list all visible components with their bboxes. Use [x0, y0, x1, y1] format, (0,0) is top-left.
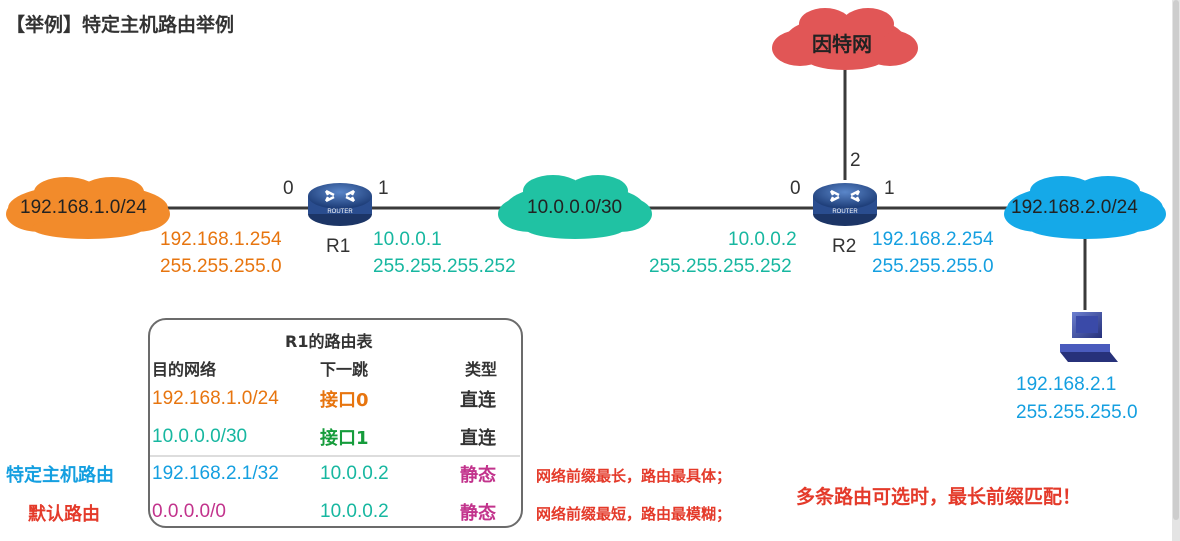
host-route-label: 特定主机路由 [6, 465, 114, 486]
r2-if0-ip: 10.0.0.2 [728, 229, 797, 250]
host-mask: 255.255.255.0 [1016, 402, 1138, 423]
row2-type: 直连 [460, 428, 496, 449]
routing-table-title: R1的路由表 [285, 332, 373, 351]
internet-label: 因特网 [812, 32, 872, 56]
r2-if1-ip: 192.168.2.254 [872, 229, 994, 250]
r1-port-1: 1 [378, 178, 389, 199]
default-route-label: 默认路由 [28, 504, 100, 525]
note-longest-match-rule: 多条路由可选时，最长前缀匹配！ [796, 486, 1082, 508]
svg-text:ROUTER: ROUTER [327, 209, 353, 215]
table-header-dest: 目的网络 [152, 360, 217, 379]
router-r1-icon: ROUTER [308, 183, 372, 226]
row4-dest: 0.0.0.0/0 [152, 501, 226, 522]
row1-dest: 192.168.1.0/24 [152, 388, 279, 409]
router-r2-name: R2 [832, 236, 857, 257]
left-network-label: 192.168.1.0/24 [20, 197, 147, 218]
page-title: 【举例】特定主机路由举例 [6, 14, 235, 36]
row3-type: 静态 [460, 465, 496, 486]
router-r1-name: R1 [326, 236, 351, 257]
row2-dest: 10.0.0.0/30 [152, 426, 248, 447]
note-longest-prefix: 网络前缀最长，路由最具体； [536, 467, 732, 485]
r2-if0-mask: 255.255.255.252 [649, 256, 792, 277]
r2-port-0: 0 [790, 178, 801, 199]
row2-next: 接口1 [320, 428, 369, 449]
r1-port-0: 0 [283, 178, 294, 199]
vertical-scrollbar[interactable] [1172, 0, 1180, 541]
r2-port-1: 1 [884, 178, 895, 199]
table-header-type: 类型 [465, 360, 498, 379]
r2-port-2: 2 [850, 150, 861, 171]
table-header-next: 下一跳 [320, 360, 369, 379]
router-r2-icon: ROUTER [813, 183, 877, 226]
host-ip: 192.168.2.1 [1016, 374, 1117, 395]
right-network-label: 192.168.2.0/24 [1011, 197, 1138, 218]
r2-if1-mask: 255.255.255.0 [872, 256, 994, 277]
middle-network-label: 10.0.0.0/30 [527, 197, 623, 218]
row4-type: 静态 [460, 503, 496, 524]
row3-dest: 192.168.2.1/32 [152, 463, 279, 484]
r1-if1-mask: 255.255.255.252 [373, 256, 516, 277]
row1-type: 直连 [460, 390, 496, 411]
scrollbar-thumb[interactable] [1173, 0, 1179, 520]
host-computer-icon [1060, 312, 1118, 362]
row4-next: 10.0.0.2 [320, 501, 389, 522]
r1-if0-ip: 192.168.1.254 [160, 229, 282, 250]
r1-if1-ip: 10.0.0.1 [373, 229, 442, 250]
note-shortest-prefix: 网络前缀最短，路由最模糊； [536, 505, 732, 523]
svg-text:ROUTER: ROUTER [832, 209, 858, 215]
row1-next: 接口0 [320, 390, 369, 411]
r1-if0-mask: 255.255.255.0 [160, 256, 282, 277]
row3-next: 10.0.0.2 [320, 463, 389, 484]
